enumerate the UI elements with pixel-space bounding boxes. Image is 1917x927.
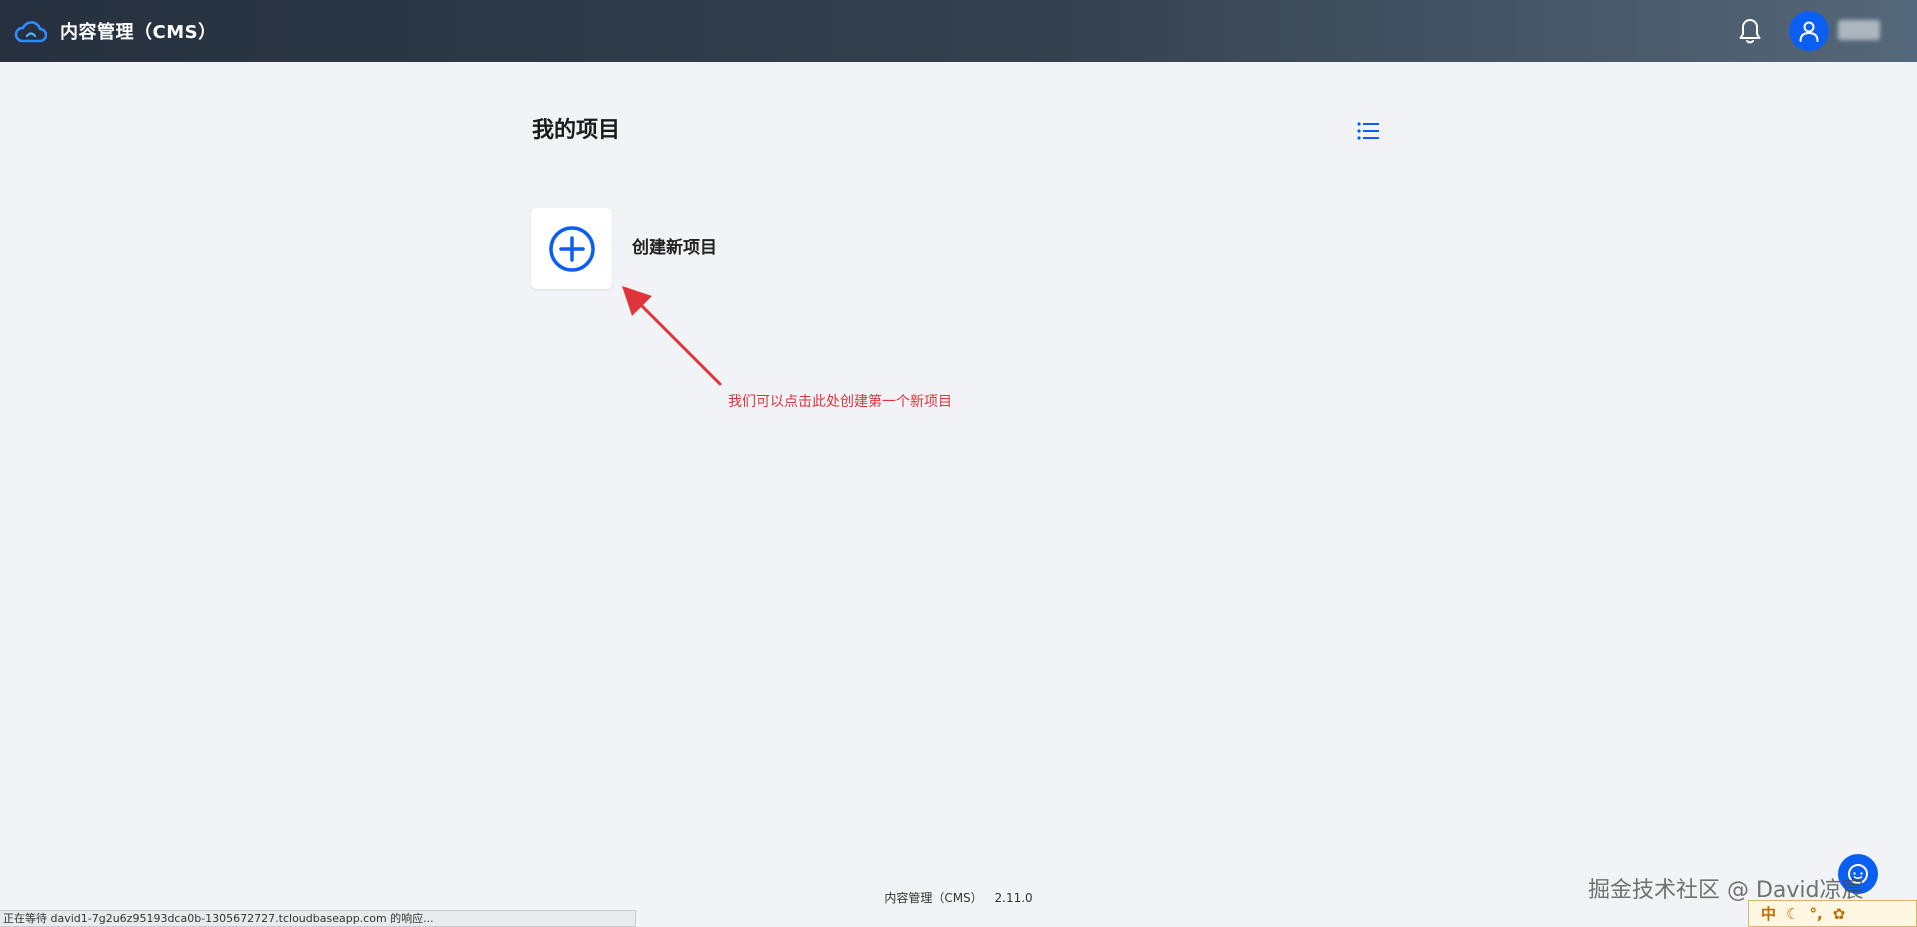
user-avatar[interactable] <box>1789 11 1829 51</box>
user-icon <box>1799 21 1819 42</box>
ime-toolbar[interactable]: 中 ☾ °, ✿ <box>1748 900 1917 927</box>
bell-icon[interactable] <box>1737 17 1763 45</box>
page-title: 我的项目 <box>532 118 621 143</box>
cloud-logo-icon <box>14 21 47 43</box>
ime-language-label[interactable]: 中 <box>1761 903 1776 924</box>
gear-icon[interactable]: ✿ <box>1833 905 1846 923</box>
browser-status-bar: 正在等待 david1-7g2u6z95193dca0b-1305672727.… <box>0 910 636 927</box>
moon-icon[interactable]: ☾ <box>1786 905 1799 923</box>
footer-version: 2.11.0 <box>994 891 1033 905</box>
footer-app-name: 内容管理（CMS） <box>884 891 983 905</box>
app-title[interactable]: 内容管理（CMS） <box>60 18 217 44</box>
annotation-text: 我们可以点击此处创建第一个新项目 <box>728 394 952 410</box>
annotation-arrow <box>622 286 722 386</box>
plus-circle-icon <box>548 225 595 272</box>
punctuation-icon[interactable]: °, <box>1809 905 1822 923</box>
list-view-icon[interactable] <box>1356 120 1380 142</box>
username-redacted[interactable] <box>1838 20 1880 40</box>
create-project-label[interactable]: 创建新项目 <box>632 233 717 258</box>
create-project-card[interactable] <box>531 208 612 289</box>
top-bar: 内容管理（CMS） <box>0 0 1917 62</box>
